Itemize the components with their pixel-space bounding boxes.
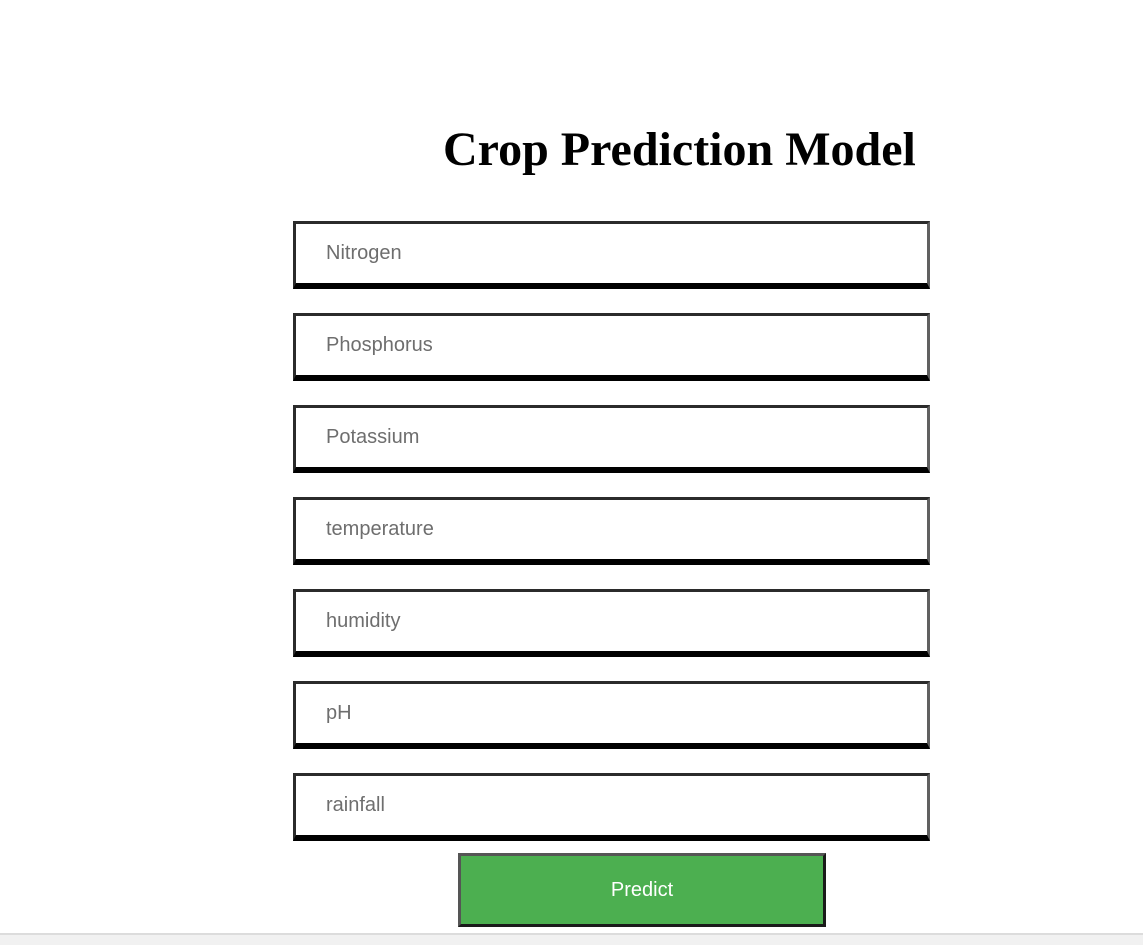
potassium-input[interactable]	[293, 405, 930, 473]
rainfall-input[interactable]	[293, 773, 930, 841]
page-title: Crop Prediction Model	[443, 123, 916, 176]
page: Crop Prediction Model Predict	[0, 0, 1143, 945]
ph-input[interactable]	[293, 681, 930, 749]
temperature-input[interactable]	[293, 497, 930, 565]
phosphorus-input[interactable]	[293, 313, 930, 381]
nitrogen-input[interactable]	[293, 221, 930, 289]
horizontal-scrollbar[interactable]	[0, 933, 1143, 945]
humidity-input[interactable]	[293, 589, 930, 657]
predict-button[interactable]: Predict	[458, 853, 826, 927]
